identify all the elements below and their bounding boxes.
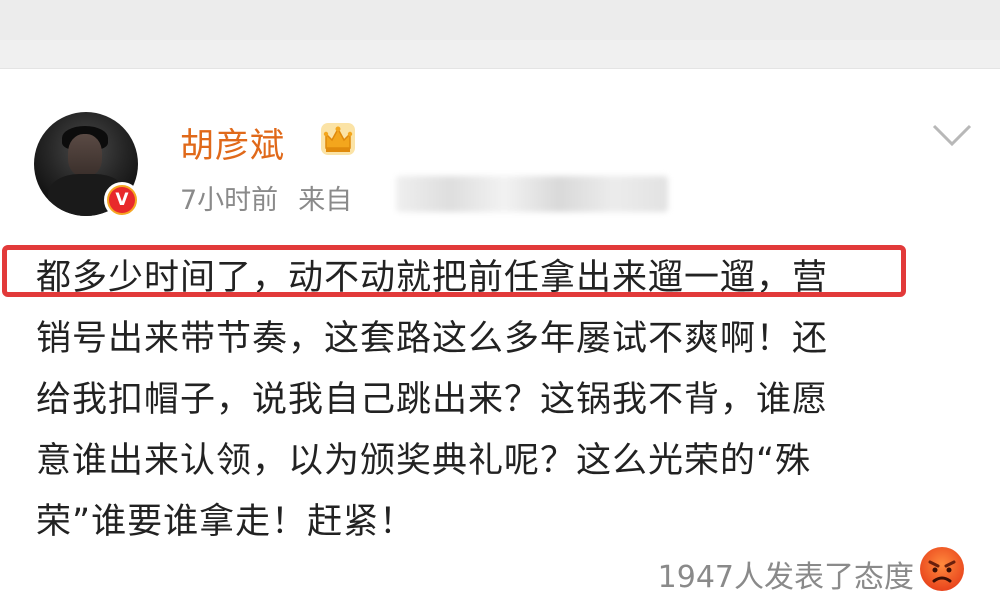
section-divider	[0, 40, 1000, 69]
angry-face-icon[interactable]	[918, 545, 966, 593]
reaction-count[interactable]: 1947人发表了态度	[658, 552, 914, 596]
crown-icon	[321, 123, 355, 155]
chevron-down-icon[interactable]	[930, 120, 974, 150]
post-line: 销号出来带节奏，这套路这么多年屡试不爽啊！还	[36, 319, 829, 359]
post-time: 7小时前	[180, 185, 279, 216]
post-line: 给我扣帽子，说我自己跳出来？这锅我不背，谁愿	[36, 380, 829, 420]
source-prefix: 来自	[298, 185, 353, 216]
blurred-source	[396, 176, 668, 212]
username[interactable]: 胡彦斌	[180, 118, 285, 167]
post-line: 荣”谁要谁拿走！赶紧！	[36, 502, 416, 542]
highlight-box	[2, 245, 906, 297]
post-line: 意谁出来认领，以为颁奖典礼呢？这么光荣的“殊	[36, 441, 812, 481]
top-bar	[0, 0, 1000, 40]
post-meta: 7小时前 来自	[180, 178, 352, 217]
verified-badge-icon: V	[104, 182, 140, 218]
